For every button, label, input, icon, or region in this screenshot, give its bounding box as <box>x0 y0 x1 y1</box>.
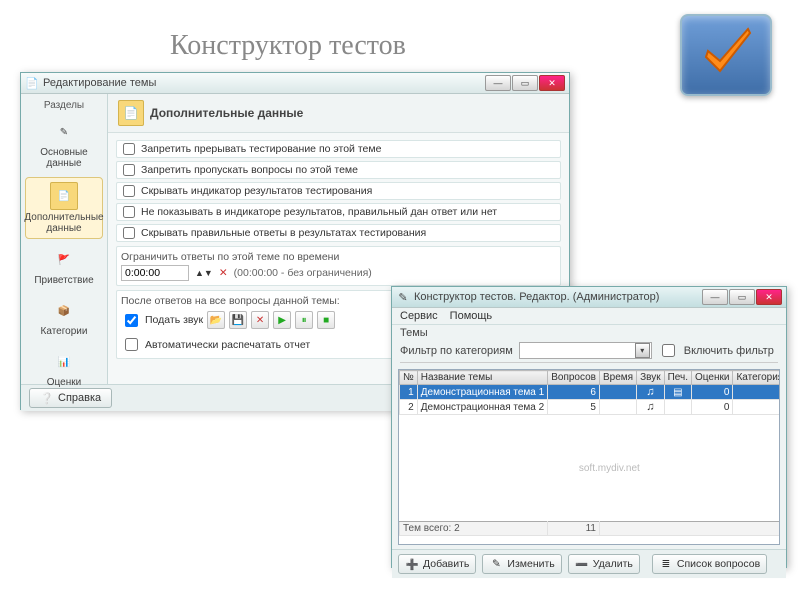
sound-label: Подать звук <box>145 314 203 326</box>
chevron-down-icon[interactable]: ▾ <box>635 343 650 358</box>
tab-themes[interactable]: Темы <box>400 327 778 339</box>
box-icon: 📦 <box>51 298 77 324</box>
opt-forbid-interrupt[interactable]: Запретить прерывать тестирование по этой… <box>116 140 561 158</box>
sidebar-item-additional[interactable]: 📄 Дополнительные данные <box>25 177 103 239</box>
checkbox[interactable] <box>123 143 135 155</box>
window-title: Редактирование темы <box>43 77 156 89</box>
flag-icon: 🚩 <box>51 247 77 273</box>
sound-checkbox[interactable] <box>125 314 138 327</box>
sidebar-item-label: Категории <box>41 326 88 337</box>
checkbox[interactable] <box>123 185 135 197</box>
save-icon[interactable]: 💾 <box>229 311 247 329</box>
checkbox[interactable] <box>123 227 135 239</box>
enable-filter-label: Включить фильтр <box>684 345 774 357</box>
filter-label: Фильтр по категориям <box>400 345 513 357</box>
app-icon: 📄 <box>25 76 39 90</box>
checkbox[interactable] <box>123 206 135 218</box>
time-group: Ограничить ответы по этой теме по времен… <box>116 246 561 286</box>
category-combo[interactable]: ▾ <box>519 342 652 359</box>
themes-grid[interactable]: № Название темы Вопросов Время Звук Печ.… <box>398 369 780 545</box>
group-title: Дополнительные данные <box>150 106 303 120</box>
table-row[interactable]: 2 Демонстрационная тема 2 5 ♫ 0 <box>400 400 781 415</box>
enable-filter-checkbox[interactable] <box>662 344 675 357</box>
grid-header[interactable]: № Название темы Вопросов Время Звук Печ.… <box>400 371 781 385</box>
open-file-icon[interactable]: 📂 <box>207 311 225 329</box>
help-icon: ❔ <box>40 391 54 405</box>
menubar: Сервис Помощь <box>392 308 786 325</box>
window-editor: ✎ Конструктор тестов. Редактор. (Админис… <box>391 286 787 568</box>
add-button[interactable]: ➕Добавить <box>398 554 476 574</box>
sidebar-item-label: Основные данные <box>27 147 101 169</box>
stop-icon[interactable]: ■ <box>317 311 335 329</box>
note-icon: 📄 <box>118 100 144 126</box>
note-icon: 📄 <box>50 182 78 210</box>
questions-list-button[interactable]: ≣Список вопросов <box>652 554 767 574</box>
titlebar[interactable]: 📄 Редактирование темы — ▭ ✕ <box>21 73 569 94</box>
group-header: 📄 Дополнительные данные <box>108 94 569 133</box>
minimize-button[interactable]: — <box>485 75 511 91</box>
titlebar[interactable]: ✎ Конструктор тестов. Редактор. (Админис… <box>392 287 786 308</box>
pencil-icon: ✎ <box>489 557 503 571</box>
close-button[interactable]: ✕ <box>539 75 565 91</box>
sound-icon: ♫ <box>637 400 665 415</box>
delete-sound-icon[interactable]: ✕ <box>251 311 269 329</box>
grid-footer: Тем всего: 2 11 <box>400 522 781 536</box>
page-title: Конструктор тестов <box>170 30 406 62</box>
app-icon: ✎ <box>396 290 410 304</box>
time-hint: (00:00:00 - без ограничения) <box>234 267 372 279</box>
maximize-button[interactable]: ▭ <box>512 75 538 91</box>
sidebar-item-label: Оценки <box>47 377 81 388</box>
sound-icon: ♫ <box>637 385 665 400</box>
sidebar-header: Разделы <box>21 98 107 113</box>
help-button[interactable]: ❔Справка <box>29 388 112 408</box>
plus-icon: ➕ <box>405 557 419 571</box>
watermark: soft.mydiv.net <box>400 415 781 522</box>
sidebar-item-categories[interactable]: 📦 Категории <box>25 294 103 341</box>
sidebar-item-basic[interactable]: ✎ Основные данные <box>25 115 103 173</box>
table-row[interactable]: 1 Демонстрационная тема 1 6 ♫ ▤ 0 <box>400 385 781 400</box>
window-footer: ➕Добавить ✎Изменить ➖Удалить ≣Список воп… <box>392 549 786 578</box>
checkmark-badge-icon <box>680 14 772 96</box>
menu-help[interactable]: Помощь <box>450 310 493 322</box>
play-icon[interactable]: ▶ <box>273 311 291 329</box>
sidebar-item-grades[interactable]: 📊 Оценки <box>25 345 103 392</box>
opt-hide-answers[interactable]: Скрывать правильные ответы в результатах… <box>116 224 561 242</box>
opt-hide-correct[interactable]: Не показывать в индикаторе результатов, … <box>116 203 561 221</box>
minimize-button[interactable]: — <box>702 289 728 305</box>
minus-icon: ➖ <box>575 557 589 571</box>
pause-icon[interactable]: ⏸ <box>295 311 313 329</box>
decorative-stripes <box>0 440 380 610</box>
checkbox[interactable] <box>123 164 135 176</box>
close-button[interactable]: ✕ <box>756 289 782 305</box>
sidebar-item-label: Приветствие <box>34 275 93 286</box>
chart-icon: 📊 <box>51 349 77 375</box>
list-icon: ≣ <box>659 557 673 571</box>
checkbox[interactable] <box>125 338 138 351</box>
time-input[interactable] <box>121 265 189 281</box>
delete-button[interactable]: ➖Удалить <box>568 554 640 574</box>
sidebar-item-label: Дополнительные данные <box>24 212 103 234</box>
clear-time-icon[interactable]: ✕ <box>219 267 228 279</box>
time-label: Ограничить ответы по этой теме по времен… <box>121 251 556 263</box>
opt-hide-indicator[interactable]: Скрывать индикатор результатов тестирова… <box>116 182 561 200</box>
sidebar-item-greeting[interactable]: 🚩 Приветствие <box>25 243 103 290</box>
pencil-icon: ✎ <box>51 119 77 145</box>
menu-service[interactable]: Сервис <box>400 310 438 322</box>
opt-forbid-skip[interactable]: Запретить пропускать вопросы по этой тем… <box>116 161 561 179</box>
sidebar: Разделы ✎ Основные данные 📄 Дополнительн… <box>21 94 108 384</box>
window-title: Конструктор тестов. Редактор. (Администр… <box>414 291 659 303</box>
maximize-button[interactable]: ▭ <box>729 289 755 305</box>
edit-button[interactable]: ✎Изменить <box>482 554 561 574</box>
print-icon: ▤ <box>664 385 691 400</box>
